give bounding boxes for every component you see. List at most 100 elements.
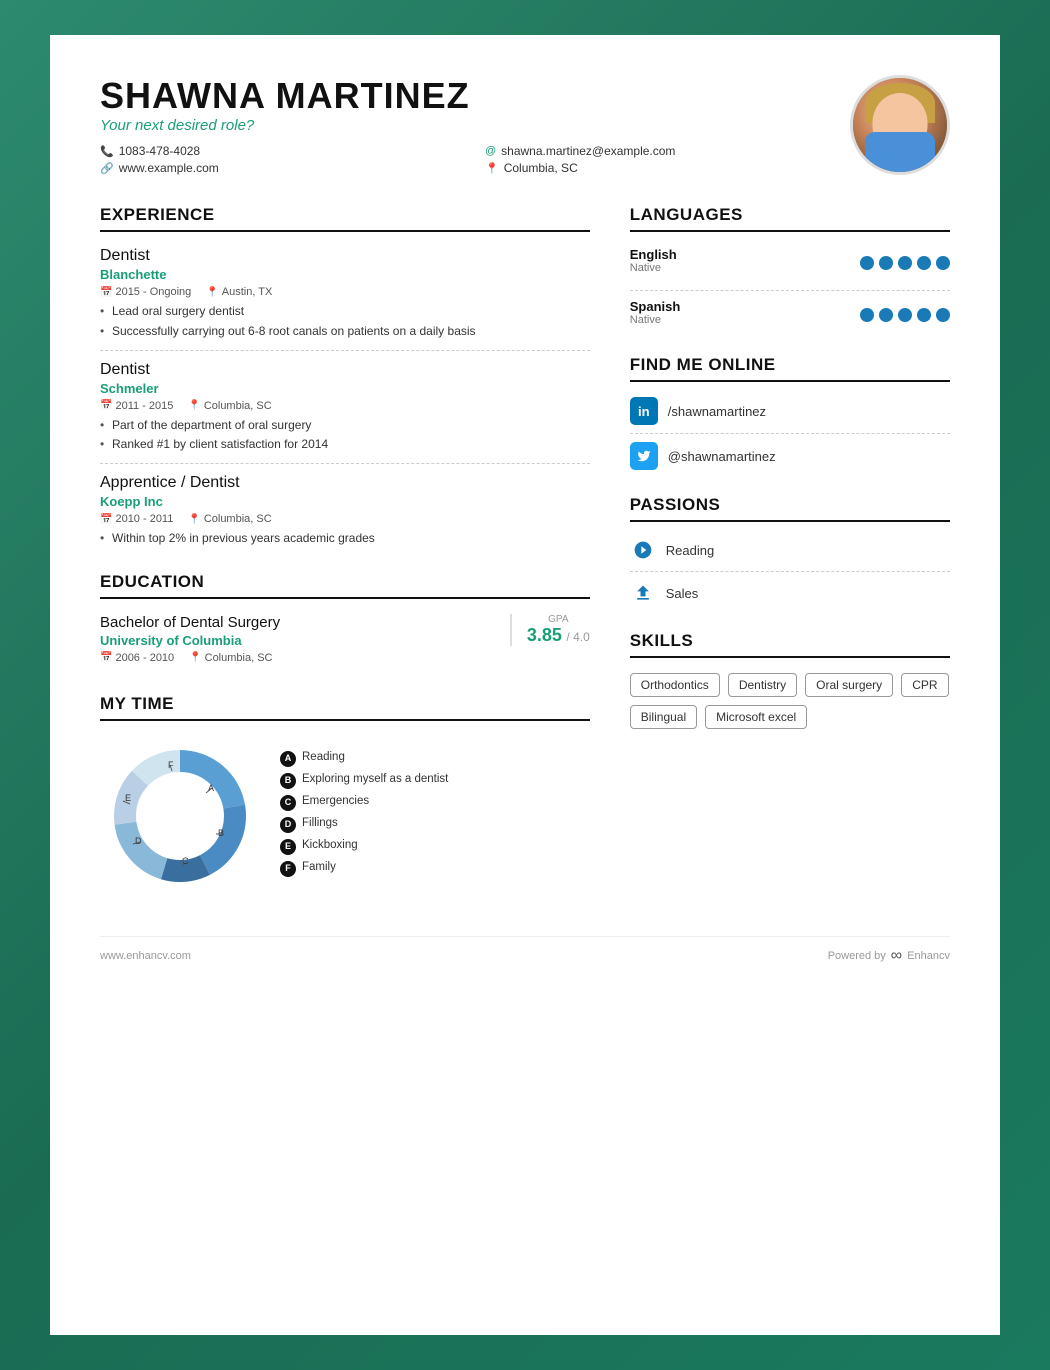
job-3-bullets: Within top 2% in previous years academic… — [100, 530, 590, 547]
svg-text:D: D — [135, 836, 142, 846]
legend-dot-c: C — [280, 795, 296, 811]
infinity-icon: ∞ — [891, 947, 902, 965]
lang-english-level: Native — [630, 262, 677, 274]
legend-a: A Reading — [280, 750, 448, 767]
mytime-title: MY TIME — [100, 694, 590, 721]
footer: www.enhancv.com Powered by ∞ Enhancv — [100, 936, 950, 965]
linkedin-item[interactable]: in /shawnamartinez — [630, 397, 950, 425]
bullet-item: Successfully carrying out 6-8 root canal… — [100, 323, 590, 340]
mytime-section: MY TIME — [100, 694, 590, 896]
mytime-legend: A Reading B Exploring myself as a dentis… — [280, 750, 448, 882]
profile-photo — [850, 75, 950, 175]
dot — [879, 256, 893, 270]
edu-location: 📍 Columbia, SC — [189, 652, 272, 664]
find-online-section: FIND ME ONLINE in /shawnamartinez @shawn… — [630, 355, 950, 470]
job-2-bullets: Part of the department of oral surgery R… — [100, 417, 590, 454]
job-1-meta: 📅 2015 - Ongoing 📍 Austin, TX — [100, 286, 590, 298]
left-column: EXPERIENCE Dentist Blanchette 📅 2015 - O… — [100, 205, 590, 916]
job-2-company: Schmeler — [100, 381, 590, 396]
bullet-item: Part of the department of oral surgery — [100, 417, 590, 434]
sales-icon — [630, 580, 656, 606]
svg-text:B: B — [218, 828, 224, 838]
experience-section: EXPERIENCE Dentist Blanchette 📅 2015 - O… — [100, 205, 590, 547]
candidate-role: Your next desired role? — [100, 117, 850, 134]
right-column: LANGUAGES English Native — [630, 205, 950, 916]
reading-icon — [630, 537, 656, 563]
header-contacts: 📞 1083-478-4028 @ shawna.martinez@exampl… — [100, 144, 850, 175]
languages-title: LANGUAGES — [630, 205, 950, 232]
legend-f: F Family — [280, 860, 448, 877]
legend-dot-a: A — [280, 751, 296, 767]
location-value: Columbia, SC — [504, 161, 578, 175]
donut-chart: A B C D E F — [100, 736, 260, 896]
gpa-max: / 4.0 — [566, 630, 589, 644]
phone-icon: 📞 — [100, 145, 114, 158]
dot — [860, 308, 874, 322]
legend-e: E Kickboxing — [280, 838, 448, 855]
bullet-item: Within top 2% in previous years academic… — [100, 530, 590, 547]
calendar-icon: 📅 — [100, 400, 112, 411]
legend-dot-f: F — [280, 861, 296, 877]
passion-reading-label: Reading — [666, 543, 714, 558]
legend-d: D Fillings — [280, 816, 448, 833]
legend-text-b: Exploring myself as a dentist — [302, 772, 448, 787]
skills-title: SKILLS — [630, 631, 950, 658]
candidate-name: SHAWNA MARTINEZ — [100, 75, 850, 117]
dot — [898, 308, 912, 322]
gpa-label: GPA — [527, 614, 590, 625]
legend-text-c: Emergencies — [302, 794, 369, 809]
job-3-title: Apprentice / Dentist — [100, 474, 590, 492]
lang-english-dots — [860, 256, 950, 270]
calendar-icon: 📅 — [100, 514, 112, 525]
passion-sales: Sales — [630, 580, 950, 606]
dot — [917, 308, 931, 322]
education-row: Bachelor of Dental Surgery University of… — [100, 614, 590, 669]
dot — [936, 308, 950, 322]
pin-icon: 📍 — [206, 287, 218, 298]
legend-dot-d: D — [280, 817, 296, 833]
legend-dot-b: B — [280, 773, 296, 789]
twitter-item[interactable]: @shawnamartinez — [630, 442, 950, 470]
education-title: EDUCATION — [100, 572, 590, 599]
dot — [936, 256, 950, 270]
lang-spanish: Spanish Native — [630, 299, 950, 330]
passions-title: PASSIONS — [630, 495, 950, 522]
footer-brand: Powered by ∞ Enhancv — [828, 947, 950, 965]
pin-icon: 📍 — [188, 514, 200, 525]
skill-cpr: CPR — [901, 673, 948, 697]
skill-dentistry: Dentistry — [728, 673, 797, 697]
job-2-period: 📅 2011 - 2015 — [100, 400, 173, 412]
bullet-item: Ranked #1 by client satisfaction for 201… — [100, 436, 590, 453]
skill-orthodontics: Orthodontics — [630, 673, 720, 697]
dot — [860, 256, 874, 270]
passion-sales-label: Sales — [666, 586, 699, 601]
job-2-title: Dentist — [100, 361, 590, 379]
twitter-handle: @shawnamartinez — [668, 449, 776, 464]
job-1-period: 📅 2015 - Ongoing — [100, 286, 191, 298]
passions-section: PASSIONS Reading — [630, 495, 950, 606]
lang-spanish-name: Spanish — [630, 299, 681, 314]
resume-page: SHAWNA MARTINEZ Your next desired role? … — [50, 35, 1000, 1335]
linkedin-icon: in — [630, 397, 658, 425]
passion-reading: Reading — [630, 537, 950, 563]
job-1-company: Blanchette — [100, 267, 590, 282]
main-content: EXPERIENCE Dentist Blanchette 📅 2015 - O… — [100, 205, 950, 916]
email-icon: @ — [485, 145, 496, 157]
powered-by-label: Powered by — [828, 950, 886, 962]
gpa-box: GPA 3.85 / 4.0 — [510, 614, 590, 646]
job-1: Dentist Blanchette 📅 2015 - Ongoing 📍 Au… — [100, 247, 590, 340]
job-3-meta: 📅 2010 - 2011 📍 Columbia, SC — [100, 513, 590, 525]
location-contact: 📍 Columbia, SC — [485, 161, 850, 175]
job-1-title: Dentist — [100, 247, 590, 265]
skill-bilingual: Bilingual — [630, 705, 697, 729]
header: SHAWNA MARTINEZ Your next desired role? … — [100, 75, 950, 175]
legend-text-a: Reading — [302, 750, 345, 765]
skill-oral-surgery: Oral surgery — [805, 673, 893, 697]
dot — [898, 256, 912, 270]
edu-period: 📅 2006 - 2010 — [100, 652, 174, 664]
phone-contact: 📞 1083-478-4028 — [100, 144, 465, 158]
job-3: Apprentice / Dentist Koepp Inc 📅 2010 - … — [100, 474, 590, 547]
lang-spanish-level: Native — [630, 314, 681, 326]
linkedin-handle: /shawnamartinez — [668, 404, 766, 419]
job-2: Dentist Schmeler 📅 2011 - 2015 📍 Columbi… — [100, 361, 590, 454]
